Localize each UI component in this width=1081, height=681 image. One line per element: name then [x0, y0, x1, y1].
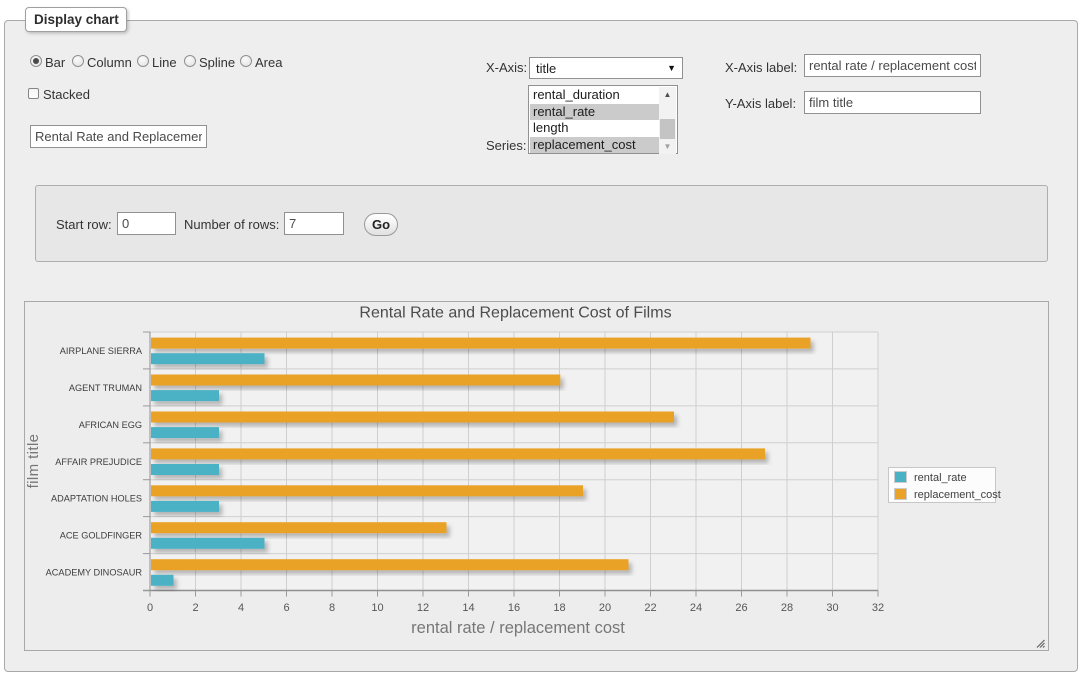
svg-text:ADAPTATION HOLES: ADAPTATION HOLES: [51, 494, 142, 504]
svg-text:4: 4: [238, 602, 244, 614]
svg-text:AIRPLANE SIERRA: AIRPLANE SIERRA: [60, 346, 143, 356]
svg-text:0: 0: [147, 602, 153, 614]
svg-text:30: 30: [826, 602, 838, 614]
svg-text:rental rate / replacement cost: rental rate / replacement cost: [411, 619, 625, 637]
svg-text:10: 10: [371, 602, 383, 614]
svg-text:32: 32: [872, 602, 884, 614]
svg-text:6: 6: [283, 602, 289, 614]
svg-text:film title: film title: [25, 434, 42, 489]
svg-text:20: 20: [599, 602, 611, 614]
svg-text:22: 22: [644, 602, 656, 614]
svg-text:ACADEMY DINOSAUR: ACADEMY DINOSAUR: [46, 568, 143, 578]
svg-text:14: 14: [462, 602, 474, 614]
svg-text:16: 16: [508, 602, 520, 614]
svg-text:replacement_cost: replacement_cost: [914, 489, 1001, 501]
svg-text:26: 26: [735, 602, 747, 614]
svg-text:AGENT TRUMAN: AGENT TRUMAN: [69, 383, 142, 393]
svg-text:AFFAIR PREJUDICE: AFFAIR PREJUDICE: [55, 457, 142, 467]
svg-text:18: 18: [553, 602, 565, 614]
svg-text:12: 12: [417, 602, 429, 614]
svg-text:rental_rate: rental_rate: [914, 472, 967, 484]
svg-text:24: 24: [690, 602, 702, 614]
svg-text:Rental Rate and Replacement Co: Rental Rate and Replacement Cost of Film…: [359, 305, 671, 322]
svg-text:8: 8: [329, 602, 335, 614]
svg-text:2: 2: [192, 602, 198, 614]
svg-text:AFRICAN EGG: AFRICAN EGG: [79, 420, 142, 430]
svg-text:ACE GOLDFINGER: ACE GOLDFINGER: [60, 531, 143, 541]
svg-text:28: 28: [781, 602, 793, 614]
